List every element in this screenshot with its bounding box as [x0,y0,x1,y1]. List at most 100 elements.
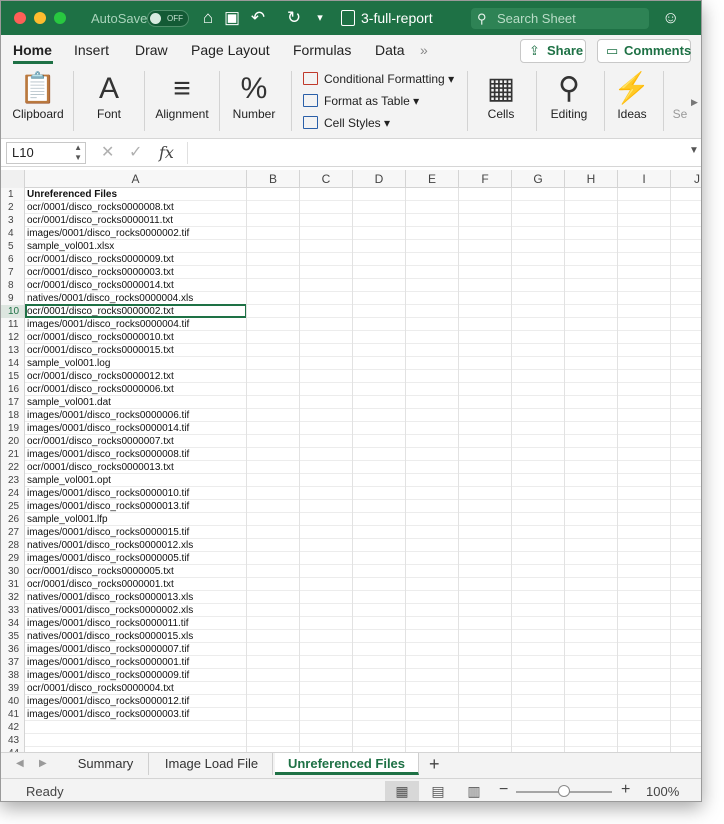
share-button[interactable]: ⇪ Share [520,39,586,63]
row-header[interactable]: 37 [1,656,25,669]
row-header[interactable]: 35 [1,630,25,643]
name-box[interactable]: L10 ▲ ▼ [6,142,86,164]
alignment-button[interactable]: ≡ Alignment [151,65,213,139]
cancel-formula-icon[interactable]: ✕ [101,142,114,164]
column-header-i[interactable]: I [618,170,671,188]
comments-button[interactable]: ▭ Comments [597,39,691,63]
add-sheet-button[interactable]: + [429,753,440,775]
search-sheet-input[interactable]: ⚲ Search Sheet [471,8,649,29]
spreadsheet-grid[interactable]: ABCDEFGHIJ 1 Unreferenced Files 2 ocr/0001/… [1,170,701,752]
row-header[interactable]: 27 [1,526,25,539]
row-header[interactable]: 7 [1,266,25,279]
row-header[interactable]: 4 [1,227,25,240]
column-header-d[interactable]: D [353,170,406,188]
ideas-button[interactable]: ⚡ Ideas [609,65,655,139]
normal-view-icon[interactable]: ▦ [385,781,419,801]
row-header[interactable]: 25 [1,500,25,513]
next-sheet-icon[interactable]: ▶ [39,758,47,769]
undo-icon[interactable]: ↶ [247,7,269,29]
select-all-corner[interactable] [1,170,25,188]
row-header[interactable]: 38 [1,669,25,682]
row-header[interactable]: 13 [1,344,25,357]
row-header[interactable]: 40 [1,695,25,708]
row-header[interactable]: 39 [1,682,25,695]
tabs-overflow-icon[interactable]: » [420,42,428,58]
row-header[interactable]: 16 [1,383,25,396]
zoom-slider-thumb[interactable] [558,785,570,797]
format-as-table-button[interactable]: Format as Table ▾ [301,92,419,110]
enter-formula-icon[interactable]: ✓ [129,142,142,164]
prev-sheet-icon[interactable]: ◀ [16,758,24,769]
row-header[interactable]: 33 [1,604,25,617]
maximize-window-button[interactable] [54,12,66,24]
column-header-e[interactable]: E [406,170,459,188]
row-header[interactable]: 3 [1,214,25,227]
sheet-tab-summary[interactable]: Summary [63,753,149,775]
editing-button[interactable]: ⚲ Editing [541,65,597,139]
row-header[interactable]: 12 [1,331,25,344]
tab-draw[interactable]: Draw [135,42,168,58]
insert-function-icon[interactable]: fx [159,142,174,164]
row-header[interactable]: 15 [1,370,25,383]
row-header[interactable]: 5 [1,240,25,253]
row-header[interactable]: 19 [1,422,25,435]
customize-toolbar-icon[interactable]: ▾ [309,7,331,29]
cell-styles-button[interactable]: Cell Styles ▾ [301,114,390,132]
row-header[interactable]: 30 [1,565,25,578]
row-header[interactable]: 31 [1,578,25,591]
row-header[interactable]: 2 [1,201,25,214]
row-header[interactable]: 41 [1,708,25,721]
row-header[interactable]: 24 [1,487,25,500]
column-header-f[interactable]: F [459,170,512,188]
row-header[interactable]: 6 [1,253,25,266]
number-button[interactable]: % Number [225,65,283,139]
ribbon-scroll-right-icon[interactable]: ▶ [691,97,698,108]
home-icon[interactable]: ⌂ [197,7,219,29]
row-header[interactable]: 17 [1,396,25,409]
zoom-out-button[interactable]: − [499,781,508,799]
clipboard-button[interactable]: 📋 Clipboard [7,65,69,139]
cells-button[interactable]: ▦ Cells [473,65,529,139]
column-header-h[interactable]: H [565,170,618,188]
row-header[interactable]: 28 [1,539,25,552]
close-window-button[interactable] [14,12,26,24]
row-header[interactable]: 23 [1,474,25,487]
font-button[interactable]: A Font [81,65,137,139]
zoom-in-button[interactable]: + [621,781,630,799]
formula-input[interactable] [187,142,679,164]
row-header[interactable]: 29 [1,552,25,565]
tab-data[interactable]: Data [375,42,405,58]
tab-home[interactable]: Home [13,42,52,58]
page-break-view-icon[interactable]: ▥ [457,781,491,801]
tab-formulas[interactable]: Formulas [293,42,351,58]
redo-icon[interactable]: ↻ [283,7,305,29]
sheet-tab-unreferenced-files[interactable]: Unreferenced Files [275,753,419,775]
row-header[interactable]: 18 [1,409,25,422]
page-layout-view-icon[interactable]: ▤ [421,781,455,801]
column-header-a[interactable]: A [25,170,247,188]
row-header[interactable]: 21 [1,448,25,461]
conditional-formatting-button[interactable]: Conditional Formatting ▾ [301,70,454,88]
row-header[interactable]: 1 [1,188,25,201]
row-header[interactable]: 10 [1,305,25,318]
row-header[interactable]: 8 [1,279,25,292]
expand-formula-bar-icon[interactable]: ▼ [689,145,699,156]
row-header[interactable]: 11 [1,318,25,331]
column-header-g[interactable]: G [512,170,565,188]
row-header[interactable]: 43 [1,734,25,747]
row-header[interactable]: 22 [1,461,25,474]
minimize-window-button[interactable] [34,12,46,24]
tab-insert[interactable]: Insert [74,42,109,58]
column-header-j[interactable]: J [671,170,701,188]
row-header[interactable]: 14 [1,357,25,370]
sensitivity-button[interactable]: Se [669,65,691,139]
column-header-c[interactable]: C [300,170,353,188]
row-header[interactable]: 42 [1,721,25,734]
row-header[interactable]: 36 [1,643,25,656]
feedback-smiley-icon[interactable]: ☺ [662,8,679,28]
row-header[interactable]: 9 [1,292,25,305]
save-icon[interactable]: ▣ [221,7,243,29]
column-header-b[interactable]: B [247,170,300,188]
row-header[interactable]: 34 [1,617,25,630]
row-header[interactable]: 26 [1,513,25,526]
